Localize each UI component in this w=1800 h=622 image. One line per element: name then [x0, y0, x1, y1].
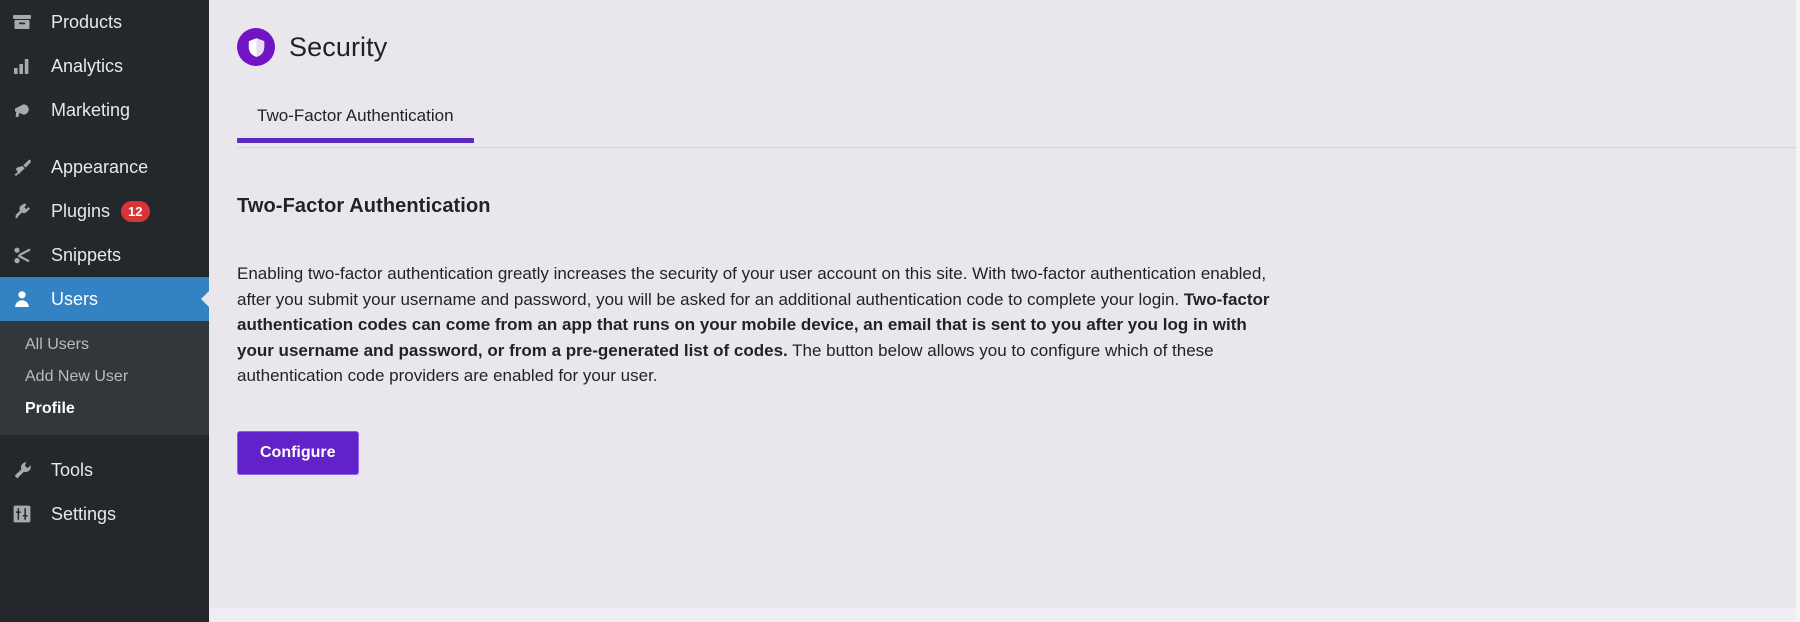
sidebar-item-settings[interactable]: Settings [0, 492, 209, 536]
sidebar-divider-gap [0, 132, 209, 145]
main-content: Security Two-Factor Authentication Two-F… [209, 0, 1800, 622]
tab-bar: Two-Factor Authentication [237, 100, 1800, 148]
sidebar-item-label: Appearance [51, 156, 149, 177]
sidebar-item-label: Settings [51, 503, 117, 524]
sidebar-item-tools[interactable]: Tools [0, 448, 209, 492]
plugins-icon [12, 201, 44, 222]
sidebar-item-snippets[interactable]: Snippets [0, 233, 209, 277]
settings-icon [12, 504, 44, 524]
active-item-arrow-icon [201, 290, 209, 308]
sidebar-item-label: Products [51, 11, 123, 32]
sidebar-item-plugins[interactable]: Plugins 12 [0, 189, 209, 233]
tools-icon [12, 460, 44, 481]
sidebar-item-appearance[interactable]: Appearance [0, 145, 209, 189]
shield-icon [237, 28, 275, 66]
sidebar-item-label: Analytics [51, 55, 124, 76]
sidebar-item-label: Tools [51, 459, 94, 480]
action-row: Configure [237, 430, 1800, 475]
products-icon [12, 12, 44, 32]
sidebar-item-products[interactable]: Products [0, 0, 209, 44]
sidebar-item-label: Plugins [51, 200, 111, 221]
users-icon [12, 289, 44, 309]
right-edge-sliver [1796, 0, 1800, 622]
analytics-icon [12, 56, 44, 76]
marketing-icon [12, 100, 44, 121]
users-submenu: All Users Add New User Profile [0, 321, 209, 435]
bottom-strip [209, 608, 1800, 622]
sidebar-item-analytics[interactable]: Analytics [0, 44, 209, 88]
sidebar-item-marketing[interactable]: Marketing [0, 88, 209, 132]
paragraph-part-1: Enabling two-factor authentication great… [237, 264, 1267, 309]
section-title: Two-Factor Authentication [237, 195, 491, 217]
page-header: Security [237, 28, 1800, 66]
snippets-icon [12, 245, 44, 266]
appearance-icon [12, 157, 44, 178]
sidebar-item-label: Snippets [51, 244, 122, 265]
admin-sidebar: Products Analytics Marketing Appearance … [0, 0, 209, 622]
sidebar-divider-gap-2 [0, 435, 209, 448]
description-paragraph: Enabling two-factor authentication great… [237, 261, 1272, 389]
sidebar-item-label: Users [51, 288, 99, 309]
sidebar-item-users[interactable]: Users [0, 277, 209, 321]
plugins-update-badge: 12 [121, 200, 150, 222]
submenu-item-add-new-user[interactable]: Add New User [0, 361, 209, 393]
configure-button[interactable]: Configure [237, 430, 359, 475]
sidebar-item-label: Marketing [51, 99, 131, 120]
submenu-item-profile[interactable]: Profile [0, 393, 209, 425]
submenu-item-all-users[interactable]: All Users [0, 329, 209, 361]
tab-two-factor-authentication[interactable]: Two-Factor Authentication [237, 100, 474, 143]
page-title: Security [289, 31, 388, 62]
